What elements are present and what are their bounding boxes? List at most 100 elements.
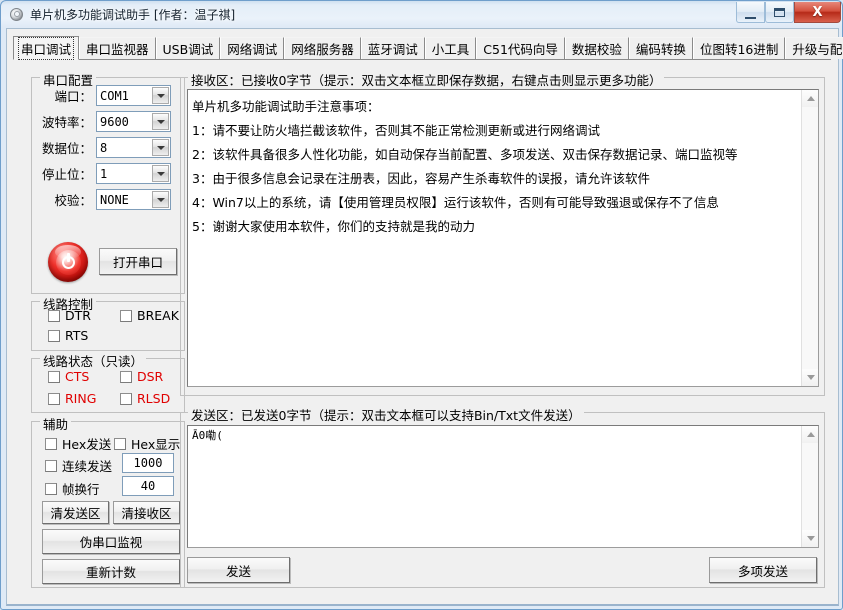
parity-label: 校验： [54,193,92,208]
send-text-content: Ā0嘞( [188,426,801,547]
receive-textarea[interactable]: 单片机多功能调试助手注意事项： 1：请不要让防火墙拦截该软件，否则其不能正常检测… [187,89,819,387]
checkbox-ring: RING [48,391,96,406]
databits-row: 数据位： 8 [34,137,171,158]
tab-tools[interactable]: 小工具 [424,37,477,59]
tab-bitmap-to-hex[interactable]: 位图转16进制 [692,37,786,59]
checkbox-hex-display[interactable]: Hex显示 [114,434,180,453]
checkbox-box[interactable] [45,437,57,450]
send-scrollbar[interactable] [801,426,818,547]
checkbox-hex-send[interactable]: Hex发送 [45,434,111,453]
power-icon[interactable] [48,242,88,282]
tab-network-server[interactable]: 网络服务器 [284,37,361,59]
tab-label: 网络调试 [227,42,278,57]
stopbits-select[interactable]: 1 [96,163,171,184]
receive-line: 4：Win7以上的系统，请【使用管理员权限】运行该软件，否则有可能导致强退或保存… [192,195,719,210]
close-button[interactable]: X [794,2,841,23]
databits-select[interactable]: 8 [96,137,171,158]
tab-c51-code-wizard[interactable]: C51代码向导 [476,37,565,59]
clear-send-area-button[interactable]: 清发送区 [42,501,109,524]
checkbox-box[interactable] [45,459,57,472]
checkbox-label: DSR [137,369,164,384]
send-scrollbar-track[interactable] [802,443,818,530]
recount-button[interactable]: 重新计数 [42,559,180,584]
checkbox-box [48,370,60,383]
scroll-down-icon[interactable] [802,369,818,386]
receive-scrollbar-track[interactable] [802,107,818,369]
tab-network-debug[interactable]: 网络调试 [220,37,285,59]
receive-scrollbar[interactable] [801,90,818,386]
checkbox-rts[interactable]: RTS [48,328,88,343]
receive-line: 2：该软件具备很多人性化功能，如自动保存当前配置、多项发送、双击保存数据记录、端… [192,147,738,162]
baudrate-select[interactable]: 9600 [96,111,171,132]
receive-line: 1：请不要让防火墙拦截该软件，否则其不能正常检测更新或进行网络调试 [192,123,600,138]
chevron-down-icon[interactable] [152,165,169,182]
checkbox-dsr: DSR [120,369,163,384]
gear-icon [9,7,25,23]
chevron-down-icon[interactable] [152,191,169,208]
checkbox-label: 帧换行 [62,482,100,497]
tab-serial-monitor[interactable]: 串口监视器 [79,37,156,59]
receive-area-title: 接收区：已接收0字节（提示：双击文本框立即保存数据，右键点击则显示更多功能） [188,70,665,89]
port-row: 端口： COM1 [34,85,171,106]
checkbox-label: RING [65,391,97,406]
chevron-down-icon[interactable] [152,139,169,156]
parity-select[interactable]: NONE [96,189,171,210]
fake-port-monitor-button[interactable]: 伪串口监视 [42,529,180,554]
checkbox-box [120,370,132,383]
stopbits-row: 停止位： 1 [34,163,171,184]
clear-receive-area-button[interactable]: 清接收区 [113,501,180,524]
tab-data-checksum[interactable]: 数据校验 [564,37,629,59]
stopbits-label: 停止位： [41,167,92,182]
checkbox-box[interactable] [48,309,60,322]
tab-bluetooth-debug[interactable]: 蓝牙调试 [360,37,425,59]
receive-line: 3：由于很多信息会记录在注册表，因此，容易产生杀毒软件的误报，请允许该软件 [192,171,650,186]
frame-newline-length-input[interactable]: 40 [122,476,174,496]
tab-serial-debug[interactable]: 串口调试 [13,36,80,60]
tab-label: 网络服务器 [291,42,354,57]
checkbox-continuous-send[interactable]: 连续发送 [45,456,112,475]
checkbox-box[interactable] [114,437,126,450]
checkbox-label: CTS [65,369,90,384]
port-label: 端口： [54,89,92,104]
tab-strip: 串口调试 串口监视器 USB调试 网络调试 网络服务器 蓝牙调试 小工具 C51… [13,36,843,60]
send-textarea[interactable]: Ā0嘞( [187,425,819,548]
checkbox-box[interactable] [45,482,57,495]
open-serial-port-button[interactable]: 打开串口 [99,248,177,275]
line-status-title: 线路状态（只读） [40,351,147,370]
tab-encoding-convert[interactable]: 编码转换 [628,37,693,59]
multi-send-button[interactable]: 多项发送 [709,557,817,583]
scroll-down-icon[interactable] [802,530,818,547]
client-area: 串口调试 串口监视器 USB调试 网络调试 网络服务器 蓝牙调试 小工具 C51… [6,28,843,606]
databits-label: 数据位： [41,141,92,156]
receive-text-content: 单片机多功能调试助手注意事项： 1：请不要让防火墙拦截该软件，否则其不能正常检测… [188,90,801,386]
minimize-button[interactable] [736,2,765,23]
chevron-down-icon[interactable] [152,87,169,104]
clear-receive-area-label: 清接收区 [121,506,172,521]
maximize-icon [774,7,785,17]
checkbox-rlsd: RLSD [120,391,170,406]
maximize-button[interactable] [765,2,794,23]
checkbox-break[interactable]: BREAK [120,308,179,323]
checkbox-box[interactable] [48,329,60,342]
scroll-up-icon[interactable] [802,90,818,107]
tab-label: USB调试 [162,42,214,57]
port-select[interactable]: COM1 [96,85,171,106]
checkbox-label: 连续发送 [62,459,113,474]
checkbox-box [120,392,132,405]
send-button-label: 发送 [225,563,251,579]
tab-label: 蓝牙调试 [367,42,418,57]
app-window: 单片机多功能调试助手 [作者：温子祺] X 串口调试 串口监视器 USB调试 网… [0,0,843,610]
checkbox-dtr[interactable]: DTR [48,308,91,323]
baudrate-label: 波特率： [41,115,92,130]
checkbox-box[interactable] [120,309,132,322]
tab-upgrade-config[interactable]: 升级与配置 [785,37,843,59]
checkbox-frame-newline[interactable]: 帧换行 [45,479,100,498]
chevron-down-icon[interactable] [152,113,169,130]
tab-label: 小工具 [431,42,470,57]
scroll-up-icon[interactable] [802,426,818,443]
tab-usb-debug[interactable]: USB调试 [155,37,221,59]
window-title: 单片机多功能调试助手 [作者：温子祺] [30,8,236,22]
continuous-send-interval-input[interactable]: 1000 [122,453,174,473]
send-button[interactable]: 发送 [187,557,290,583]
checkbox-label: DTR [65,308,91,323]
